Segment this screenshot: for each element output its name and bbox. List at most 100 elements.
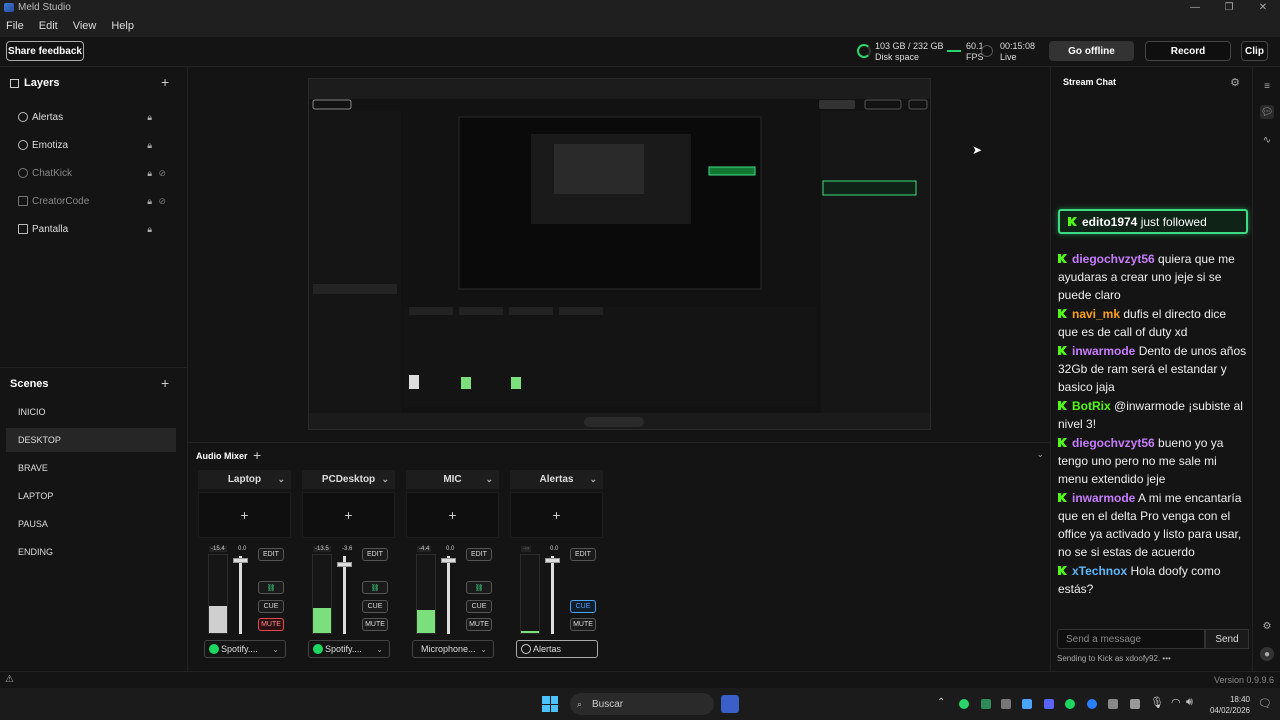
tray-app-icon[interactable] (1001, 699, 1011, 709)
chat-username[interactable]: diegochvzyt56 (1072, 436, 1155, 450)
audio-wave-icon[interactable]: ∿ (1260, 133, 1274, 147)
menu-help[interactable]: Help (111, 20, 134, 32)
fader-knob[interactable] (441, 558, 456, 563)
chat-username[interactable]: xTechnox (1072, 564, 1127, 578)
taskbar-search[interactable]: ⌕ Buscar (570, 693, 714, 715)
meld-taskbar-icon[interactable] (721, 695, 739, 713)
edit-button[interactable]: EDIT (362, 548, 388, 561)
chat-username[interactable]: navi_mk (1072, 307, 1120, 321)
layer-item-pantalla[interactable]: Pantalla 🔒︎ (18, 219, 178, 239)
chat-username[interactable]: BotRix (1072, 399, 1111, 413)
telegram-icon[interactable] (1022, 699, 1032, 709)
fader-track[interactable] (239, 556, 242, 634)
avatar[interactable]: ● (1260, 647, 1274, 661)
notification-icon[interactable]: 🗨︎ (1258, 697, 1272, 710)
chat-message-input[interactable]: Send a message (1057, 629, 1205, 649)
add-filter-button[interactable]: + (406, 492, 499, 538)
chat-username[interactable]: inwarmode (1072, 344, 1135, 358)
maximize-icon[interactable]: ❐ (1212, 0, 1246, 15)
menu-view[interactable]: View (73, 20, 97, 32)
mute-button[interactable]: MUTE (570, 618, 596, 631)
tray-app-icon[interactable] (1108, 699, 1118, 709)
wifi-icon[interactable]: ◠ (1171, 696, 1181, 709)
add-filter-button[interactable]: + (510, 492, 603, 538)
chevron-down-icon[interactable]: ⌄ (589, 474, 597, 485)
share-feedback-button[interactable]: Share feedback (6, 41, 84, 61)
channel-header[interactable]: Alertas ⌄ (510, 470, 603, 489)
edit-button[interactable]: EDIT (466, 548, 492, 561)
chat-username[interactable]: diegochvzyt56 (1072, 252, 1155, 266)
chevron-down-icon[interactable]: ⌄ (376, 645, 383, 654)
cue-button[interactable]: CUE (258, 600, 284, 613)
mute-button[interactable]: MUTE (258, 618, 284, 631)
lock-icon[interactable]: 🔒︎ (147, 224, 152, 235)
gear-icon[interactable]: ⚙ (1230, 76, 1240, 89)
menu-edit[interactable]: Edit (39, 20, 58, 32)
fader-knob[interactable] (545, 558, 560, 563)
scene-item-desktop[interactable]: DESKTOP (6, 428, 176, 452)
add-filter-button[interactable]: + (302, 492, 395, 538)
layer-item-creatorcode[interactable]: CreatorCode 🔒︎ ⊘ (18, 191, 178, 211)
windows-start-icon[interactable] (542, 696, 558, 712)
fader-knob[interactable] (337, 562, 352, 567)
cue-button[interactable]: CUE (362, 600, 388, 613)
chevron-up-icon[interactable]: ⌃ (937, 697, 945, 708)
fader-track[interactable] (343, 556, 346, 634)
chevron-down-icon[interactable]: ⌄ (480, 645, 487, 654)
add-scene-icon[interactable]: + (161, 375, 169, 391)
chevron-down-icon[interactable]: ⌄ (381, 474, 389, 485)
minimize-icon[interactable]: — (1178, 0, 1212, 15)
settings-icon[interactable]: ⚙ (1260, 619, 1274, 633)
volume-icon[interactable]: 🔊︎ (1186, 696, 1193, 709)
lock-icon[interactable]: 🔒︎ (147, 140, 152, 151)
add-layer-icon[interactable]: + (161, 74, 169, 90)
more-options-icon[interactable]: ••• (1162, 654, 1170, 663)
audio-source-select[interactable]: Spotify.... ⌄ (308, 640, 390, 658)
chat-send-button[interactable]: Send (1205, 629, 1249, 649)
tray-app-icon[interactable] (959, 699, 969, 709)
channel-header[interactable]: MIC ⌄ (406, 470, 499, 489)
menu-icon[interactable]: ≡ (1260, 79, 1274, 93)
scene-item-pausa[interactable]: PAUSA (6, 512, 176, 536)
mute-button[interactable]: MUTE (362, 618, 388, 631)
lock-icon[interactable]: 🔒︎ (147, 168, 152, 179)
taskbar-clock[interactable]: 18:40 04/02/2026 (1206, 694, 1250, 716)
cue-button[interactable]: CUE (570, 600, 596, 613)
eye-off-icon[interactable]: ⊘ (158, 168, 166, 179)
scene-item-brave[interactable]: BRAVE (6, 456, 176, 480)
chat-username[interactable]: inwarmode (1072, 491, 1135, 505)
fader-track[interactable] (551, 556, 554, 634)
chevron-down-icon[interactable]: ⌄ (272, 645, 279, 654)
fader-track[interactable] (447, 556, 450, 634)
lock-icon[interactable]: 🔒︎ (147, 196, 152, 207)
record-button[interactable]: Record (1145, 41, 1231, 61)
close-icon[interactable]: ✕ (1246, 0, 1280, 15)
scene-item-inicio[interactable]: INICIO (6, 400, 176, 424)
chevron-down-icon[interactable]: ⌄ (277, 474, 285, 485)
audio-source-select[interactable]: Spotify.... ⌄ (204, 640, 286, 658)
tray-app-icon[interactable] (981, 699, 991, 709)
mute-button[interactable]: MUTE (466, 618, 492, 631)
chat-bubble-icon[interactable]: 💬︎ (1260, 105, 1274, 119)
discord-icon[interactable] (1044, 699, 1054, 709)
audio-source-select[interactable]: Alertas (516, 640, 598, 658)
collapse-mixer-icon[interactable]: ⌄ (1036, 449, 1044, 460)
clip-button[interactable]: Clip (1241, 41, 1268, 61)
lock-icon[interactable]: 🔒︎ (147, 112, 152, 123)
stream-preview-canvas[interactable] (308, 78, 931, 430)
menu-file[interactable]: File (6, 20, 24, 32)
edit-button[interactable]: EDIT (570, 548, 596, 561)
audio-source-select[interactable]: Microphone... ⌄ (412, 640, 494, 658)
spotify-icon[interactable] (1065, 699, 1075, 709)
tray-app-icon[interactable] (1130, 699, 1140, 709)
layer-item-alertas[interactable]: Alertas 🔒︎ (18, 107, 178, 127)
add-filter-button[interactable]: + (198, 492, 291, 538)
fader-knob[interactable] (233, 558, 248, 563)
scene-item-laptop[interactable]: LAPTOP (6, 484, 176, 508)
layer-item-chatkick[interactable]: ChatKick 🔒︎ ⊘ (18, 163, 178, 183)
channel-header[interactable]: PCDesktop ⌄ (302, 470, 395, 489)
channel-header[interactable]: Laptop ⌄ (198, 470, 291, 489)
link-icon[interactable]: ⛓ (258, 581, 284, 594)
edit-button[interactable]: EDIT (258, 548, 284, 561)
add-audio-icon[interactable]: + (253, 447, 261, 463)
